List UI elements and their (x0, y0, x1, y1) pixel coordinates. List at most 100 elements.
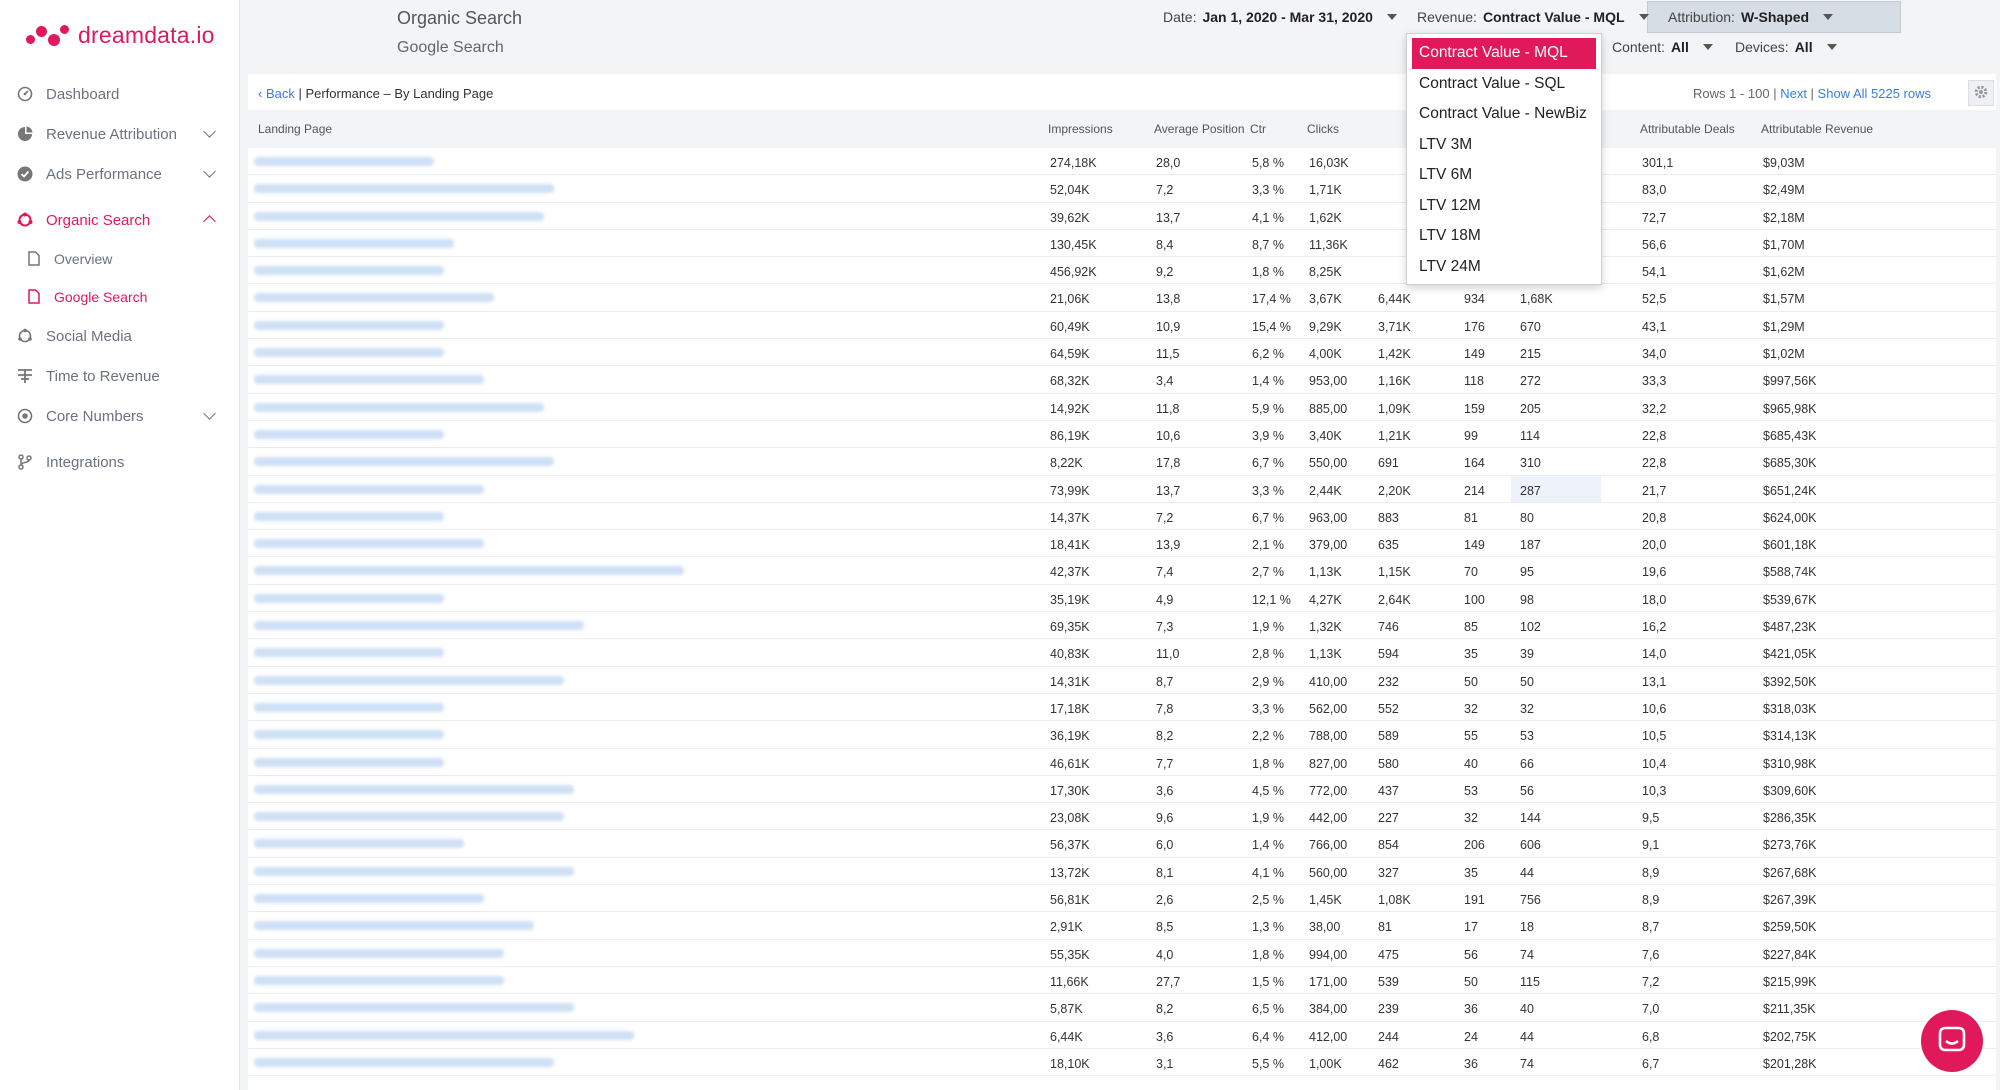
table-row[interactable]: 56,81K 2,6 2,5 % 1,45K 1,08K 191 756 8,9 $267,39… (248, 885, 1996, 913)
dropdown-option[interactable]: Contract Value - SQL (1412, 69, 1596, 100)
column-header-clicks[interactable]: Clicks (1307, 122, 1339, 136)
column-header-landing-page[interactable]: Landing Page (258, 122, 332, 136)
landing-page-link[interactable] (254, 320, 444, 330)
table-row[interactable]: 42,37K 7,4 2,7 % 1,13K 1,15K 70 95 19,6 $588,74K (248, 557, 1996, 585)
table-row[interactable]: 35,19K 4,9 12,1 % 4,27K 2,64K 100 98 18,0 $539,6… (248, 585, 1996, 613)
table-row[interactable]: 11,66K 27,7 1,5 % 171,00 539 50 115 7,2 $215,99K (248, 967, 1996, 995)
back-link[interactable]: ‹ Back (258, 86, 295, 101)
table-row[interactable]: 14,31K 8,7 2,9 % 410,00 232 50 50 13,1 $392,50K (248, 667, 1996, 694)
landing-page-link[interactable] (254, 238, 454, 248)
table-row[interactable]: 14,92K 11,8 5,9 % 885,00 1,09K 159 205 32,2 $965… (248, 394, 1996, 421)
landing-page-link[interactable] (254, 757, 444, 767)
revenue-filter[interactable]: Revenue: Contract Value - MQL (1417, 9, 1649, 25)
content-filter[interactable]: Content: All (1612, 39, 1713, 55)
table-row[interactable]: 130,45K8,48,7 %11,36K55956,6$1,70M (248, 230, 1996, 258)
landing-page-link[interactable] (254, 839, 464, 849)
landing-page-link[interactable] (254, 675, 564, 685)
landing-page-link[interactable] (254, 593, 444, 603)
chevron-down-icon[interactable] (203, 165, 216, 178)
table-row[interactable]: 5,87K 8,2 6,5 % 384,00 239 36 40 7,0 $211,35K (248, 994, 1996, 1022)
table-row[interactable]: 60,49K 10,9 15,4 % 9,29K 3,71K 176 670 43,1 $1,2… (248, 312, 1996, 340)
table-row[interactable]: 14,37K 7,2 6,7 % 963,00 883 81 80 20,8 $624,00K (248, 503, 1996, 531)
landing-page-link[interactable] (254, 621, 584, 631)
table-row[interactable]: 2,91K 8,5 1,3 % 38,00 81 17 18 8,7 $259,50K (248, 912, 1996, 940)
date-filter[interactable]: Date: Jan 1, 2020 - Mar 31, 2020 (1163, 9, 1397, 25)
show-all-link[interactable]: Show All 5225 rows (1818, 86, 1931, 101)
sidebar-item-revenue-attribution[interactable]: Revenue Attribution (0, 114, 240, 154)
table-row[interactable]: 73,99K 13,7 3,3 % 2,44K 2,20K 214 287 21,7 $651,… (248, 475, 1996, 503)
sidebar-item-time-to-revenue[interactable]: Time to Revenue (0, 356, 240, 396)
landing-page-link[interactable] (254, 812, 564, 822)
sidebar-item-dashboard[interactable]: Dashboard (0, 74, 240, 114)
table-row[interactable]: 456,92K9,21,8 %8,25K33354,1$1,62M (248, 257, 1996, 285)
landing-page-link[interactable] (254, 784, 574, 794)
column-header-impressions[interactable]: Impressions (1048, 122, 1113, 136)
chat-button[interactable] (1921, 1010, 1983, 1072)
devices-filter[interactable]: Devices: All (1735, 39, 1837, 55)
table-row[interactable]: 17,18K 7,8 3,3 % 562,00 552 32 32 10,6 $318,03K (248, 694, 1996, 722)
table-row[interactable]: 8,22K 17,8 6,7 % 550,00 691 164 310 22,8 $685,30… (248, 448, 1996, 476)
table-row[interactable]: 46,61K 7,7 1,8 % 827,00 580 40 66 10,4 $310,98K (248, 749, 1996, 776)
dropdown-option[interactable]: Contract Value - NewBiz (1412, 99, 1596, 130)
table-row[interactable]: 18,41K 13,9 2,1 % 379,00 635 149 187 20,0 $601,1… (248, 530, 1996, 558)
sidebar-item-core-numbers[interactable]: Core Numbers (0, 396, 240, 436)
attribution-filter[interactable]: Attribution: W-Shaped (1668, 9, 1834, 25)
table-row[interactable]: 86,19K 10,6 3,9 % 3,40K 1,21K 99 114 22,8 $685,4… (248, 421, 1996, 449)
settings-button[interactable] (1968, 80, 1994, 106)
landing-page-link[interactable] (254, 457, 554, 467)
landing-page-link[interactable] (254, 1030, 634, 1040)
sidebar-item-ads-performance[interactable]: Ads Performance (0, 154, 240, 194)
landing-page-link[interactable] (254, 429, 444, 439)
dropdown-option[interactable]: LTV 12M (1412, 191, 1596, 222)
table-row[interactable]: 56,37K 6,0 1,4 % 766,00 854 206 606 9,1 $273,76K (248, 830, 1996, 858)
landing-page-link[interactable] (254, 975, 504, 985)
landing-page-link[interactable] (254, 539, 484, 549)
table-row[interactable]: 274,18K28,05,8 %16,03K2,54K301,1$9,03M (248, 148, 1996, 176)
table-row[interactable]: 40,83K 11,0 2,8 % 1,13K 594 35 39 14,0 $421,05K (248, 639, 1996, 667)
table-row[interactable]: 52,04K7,23,3 %1,71K65683,0$2,49M (248, 175, 1996, 203)
chevron-down-icon[interactable] (203, 407, 216, 420)
table-row[interactable]: 6,44K 3,6 6,4 % 412,00 244 24 44 6,8 $202,75K (248, 1022, 1996, 1049)
landing-page-link[interactable] (254, 348, 444, 358)
table-row[interactable]: 68,32K 3,4 1,4 % 953,00 1,16K 118 272 33,3 $997,… (248, 366, 1996, 394)
dropdown-option[interactable]: Contract Value - MQL (1412, 38, 1596, 69)
table-row[interactable]: 21,06K 13,8 17,4 % 3,67K 6,44K 934 1,68K 52,5 $1… (248, 284, 1996, 312)
table-row[interactable]: 64,59K 11,5 6,2 % 4,00K 1,42K 149 215 34,0 $1,02… (248, 339, 1996, 367)
landing-page-link[interactable] (254, 702, 444, 712)
column-header-average-position[interactable]: Average Position (1154, 122, 1245, 136)
sidebar-item-social-media[interactable]: Social Media (0, 316, 240, 356)
landing-page-link[interactable] (254, 948, 504, 958)
landing-page-link[interactable] (254, 157, 434, 166)
table-row[interactable]: 55,35K 4,0 1,8 % 994,00 475 56 74 7,6 $227,84K (248, 940, 1996, 967)
dropdown-option[interactable]: LTV 24M (1412, 252, 1596, 283)
landing-page-link[interactable] (254, 511, 444, 521)
landing-page-link[interactable] (254, 730, 444, 740)
table-row[interactable]: 23,08K 9,6 1,9 % 442,00 227 32 144 9,5 $286,35K (248, 803, 1996, 831)
landing-page-link[interactable] (254, 921, 534, 931)
table-row[interactable]: 36,19K 8,2 2,2 % 788,00 589 55 53 10,5 $314,13K (248, 721, 1996, 749)
table-row[interactable]: 17,30K 3,6 4,5 % 772,00 437 53 56 10,3 $309,60K (248, 776, 1996, 804)
dropdown-option[interactable]: LTV 18M (1412, 221, 1596, 252)
sidebar-item-google-search[interactable]: Google Search (0, 278, 240, 316)
sidebar-item-organic-search[interactable]: Organic Search (0, 200, 240, 240)
table-row[interactable]: 13,72K 8,1 4,1 % 560,00 327 35 44 8,9 $267,68K (248, 858, 1996, 886)
next-page-link[interactable]: Next (1780, 86, 1807, 101)
landing-page-link[interactable] (254, 866, 574, 876)
landing-page-link[interactable] (254, 184, 554, 194)
sidebar-item-integrations[interactable]: Integrations (0, 442, 240, 482)
landing-page-link[interactable] (254, 1003, 574, 1013)
chevron-down-icon[interactable] (203, 125, 216, 138)
logo[interactable]: dreamdata.io (26, 20, 215, 50)
landing-page-link[interactable] (254, 894, 484, 904)
table-row[interactable]: 39,62K13,74,1 %1,62K41572,7$2,18M (248, 203, 1996, 230)
landing-page-link[interactable] (254, 648, 444, 658)
landing-page-link[interactable] (254, 293, 494, 303)
table-row[interactable]: 69,35K 7,3 1,9 % 1,32K 746 85 102 16,2 $487,23K (248, 612, 1996, 640)
landing-page-link[interactable] (254, 484, 484, 494)
landing-page-link[interactable] (254, 566, 684, 576)
landing-page-link[interactable] (254, 211, 544, 221)
landing-page-link[interactable] (254, 375, 484, 385)
landing-page-link[interactable] (254, 266, 444, 276)
dropdown-option[interactable]: LTV 3M (1412, 130, 1596, 161)
sidebar-item-overview[interactable]: Overview (0, 240, 240, 278)
